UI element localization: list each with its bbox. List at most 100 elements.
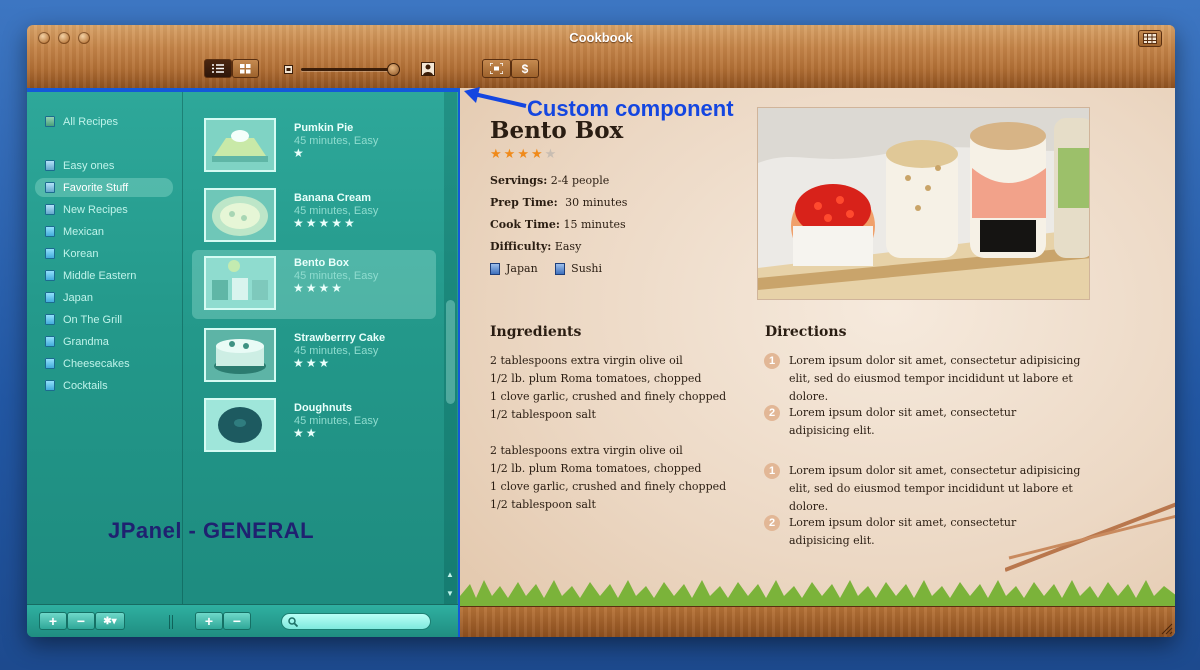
ingredient-item: 2 tablespoons extra virgin olive oil [490, 354, 683, 367]
direction-step: 1 Lorem ipsum dolor sit amet, consectetu… [764, 352, 1094, 406]
difficulty-row: Difficulty: Easy [490, 240, 581, 253]
recipe-photo [757, 107, 1090, 300]
large-image-icon [421, 62, 435, 76]
tag-sushi[interactable]: Sushi [555, 262, 602, 275]
tag-japan[interactable]: Japan [490, 262, 538, 275]
smart-folder-icon [45, 160, 55, 171]
recipe-item-doughnuts[interactable]: Doughnuts 45 minutes, Easy ★★ [192, 395, 436, 464]
cook-time-value: 15 minutes [563, 218, 626, 231]
sidebar-item-easy-ones[interactable]: Easy ones [35, 156, 173, 175]
recipe-thumbnail [204, 118, 276, 172]
directions-title: Directions [765, 324, 847, 340]
grid-calendar-icon [1143, 33, 1157, 44]
recipe-name: Strawberrry Cake [294, 332, 386, 344]
ingredient-item: 1/2 tablespoon salt [490, 498, 596, 511]
sidebar-item-cocktails[interactable]: Cocktails [35, 376, 173, 395]
sidebar-item-label: Easy ones [63, 159, 115, 172]
sidebar-item-label: Cheesecakes [63, 357, 130, 370]
folder-icon [45, 380, 55, 391]
sidebar-item-grandma[interactable]: Grandma [35, 332, 173, 351]
recipe-thumbnail [204, 398, 276, 452]
servings-label: Servings: [490, 174, 548, 187]
resize-corner-icon[interactable] [1161, 623, 1173, 635]
fullscreen-button[interactable] [482, 59, 511, 78]
resize-grip[interactable] [169, 615, 175, 629]
prep-time-value: 30 minutes [565, 196, 628, 209]
search-input[interactable] [281, 613, 431, 630]
list-view-button[interactable] [204, 59, 232, 78]
panel-separator-line [27, 88, 458, 92]
add-collection-button[interactable]: + [39, 612, 67, 630]
prep-time-row: Prep Time: 30 minutes [490, 196, 627, 209]
star-icon: ★ [503, 146, 518, 161]
sidebar-item-all-recipes[interactable]: All Recipes [35, 112, 173, 131]
grass-decoration [460, 580, 1175, 606]
sidebar-item-label: Grandma [63, 335, 109, 348]
list-view-icon [212, 64, 224, 73]
recipe-thumbnail [204, 256, 276, 310]
recipe-item-pumkin-pie[interactable]: Pumkin Pie 45 minutes, Easy ★ [192, 115, 436, 184]
recipe-rating: ★★ [293, 426, 319, 440]
recipe-list-scrollbar[interactable]: ▲ ▼ [444, 92, 457, 604]
sidebar-item-middle-eastern[interactable]: Middle Eastern [35, 266, 173, 285]
sidebar-item-label: On The Grill [63, 313, 123, 326]
scrollbar-thumb[interactable] [446, 300, 455, 404]
detail-bottom-bar [460, 606, 1175, 637]
servings-value: 2-4 people [550, 174, 610, 187]
annotation-arrow-icon [464, 87, 527, 108]
sidebar-item-label: Favorite Stuff [63, 181, 129, 194]
recipe-thumbnail [204, 188, 276, 242]
recipe-item-bento-box[interactable]: Bento Box 45 minutes, Easy ★★★★ [192, 250, 436, 319]
sidebar-item-japan[interactable]: Japan [35, 288, 173, 307]
fullscreen-icon [490, 63, 503, 74]
sidebar-item-korean[interactable]: Korean [35, 244, 173, 263]
calendar-button[interactable] [1138, 30, 1162, 47]
bottom-bar: + − ✱▾ + − [27, 604, 458, 637]
sidebar-item-label: New Recipes [63, 203, 128, 216]
grid-view-icon [240, 63, 251, 73]
star-icon: ★ [530, 146, 545, 161]
star-icon: ★ [490, 146, 504, 161]
sidebar-item-on-the-grill[interactable]: On The Grill [35, 310, 173, 329]
recipe-rating-stars[interactable]: ★★★★★ [490, 146, 558, 162]
tags-row: Japan Sushi [490, 262, 616, 278]
recipe-name: Banana Cream [294, 192, 372, 204]
sidebar-item-new-recipes[interactable]: New Recipes [35, 200, 173, 219]
scroll-up-arrow-icon[interactable]: ▲ [446, 570, 454, 579]
remove-collection-button[interactable]: − [67, 612, 95, 630]
sidebar-item-label: Middle Eastern [63, 269, 137, 282]
tag-label: Sushi [571, 262, 603, 275]
recipe-item-strawberrry-cake[interactable]: Strawberrry Cake 45 minutes, Easy ★★★ [192, 325, 436, 394]
sidebar-item-label: Japan [63, 291, 93, 304]
sidebar-item-label: Cocktails [63, 379, 108, 392]
ingredient-item: 2 tablespoons extra virgin olive oil [490, 444, 683, 457]
difficulty-value: Easy [554, 240, 582, 253]
left-panel: All Recipes Easy ones Favorite Stuff New… [27, 88, 458, 637]
folder-icon [45, 314, 55, 325]
recipe-thumbnail [204, 328, 276, 382]
slider-knob[interactable] [387, 63, 400, 76]
cook-time-row: Cook Time: 15 minutes [490, 218, 626, 231]
price-button[interactable]: $ [511, 59, 539, 78]
sidebar-item-favorite-stuff[interactable]: Favorite Stuff [35, 178, 173, 197]
prep-time-label: Prep Time: [490, 196, 558, 209]
folder-icon [45, 336, 55, 347]
tag-icon [490, 262, 500, 275]
thumbnail-size-slider[interactable] [301, 68, 397, 71]
grid-view-button[interactable] [232, 59, 259, 78]
direction-step: 2 Lorem ipsum dolor sit amet, consectetu… [764, 404, 1054, 440]
action-gear-button[interactable]: ✱▾ [95, 612, 125, 630]
sidebar-item-cheesecakes[interactable]: Cheesecakes [35, 354, 173, 373]
recipe-name: Bento Box [294, 257, 349, 269]
recipe-item-banana-cream[interactable]: Banana Cream 45 minutes, Easy ★★★★★ [192, 185, 436, 254]
window-title: Cookbook [569, 30, 633, 45]
step-number: 1 [764, 353, 780, 369]
scroll-down-arrow-icon[interactable]: ▼ [446, 589, 454, 598]
folder-icon [45, 226, 55, 237]
remove-recipe-button[interactable]: − [223, 612, 251, 630]
add-recipe-button[interactable]: + [195, 612, 223, 630]
book-icon [45, 116, 55, 127]
step-text: Lorem ipsum dolor sit amet, consectetur … [789, 406, 1017, 437]
sidebar-item-mexican[interactable]: Mexican [35, 222, 173, 241]
recipe-meta: 45 minutes, Easy [294, 135, 379, 147]
